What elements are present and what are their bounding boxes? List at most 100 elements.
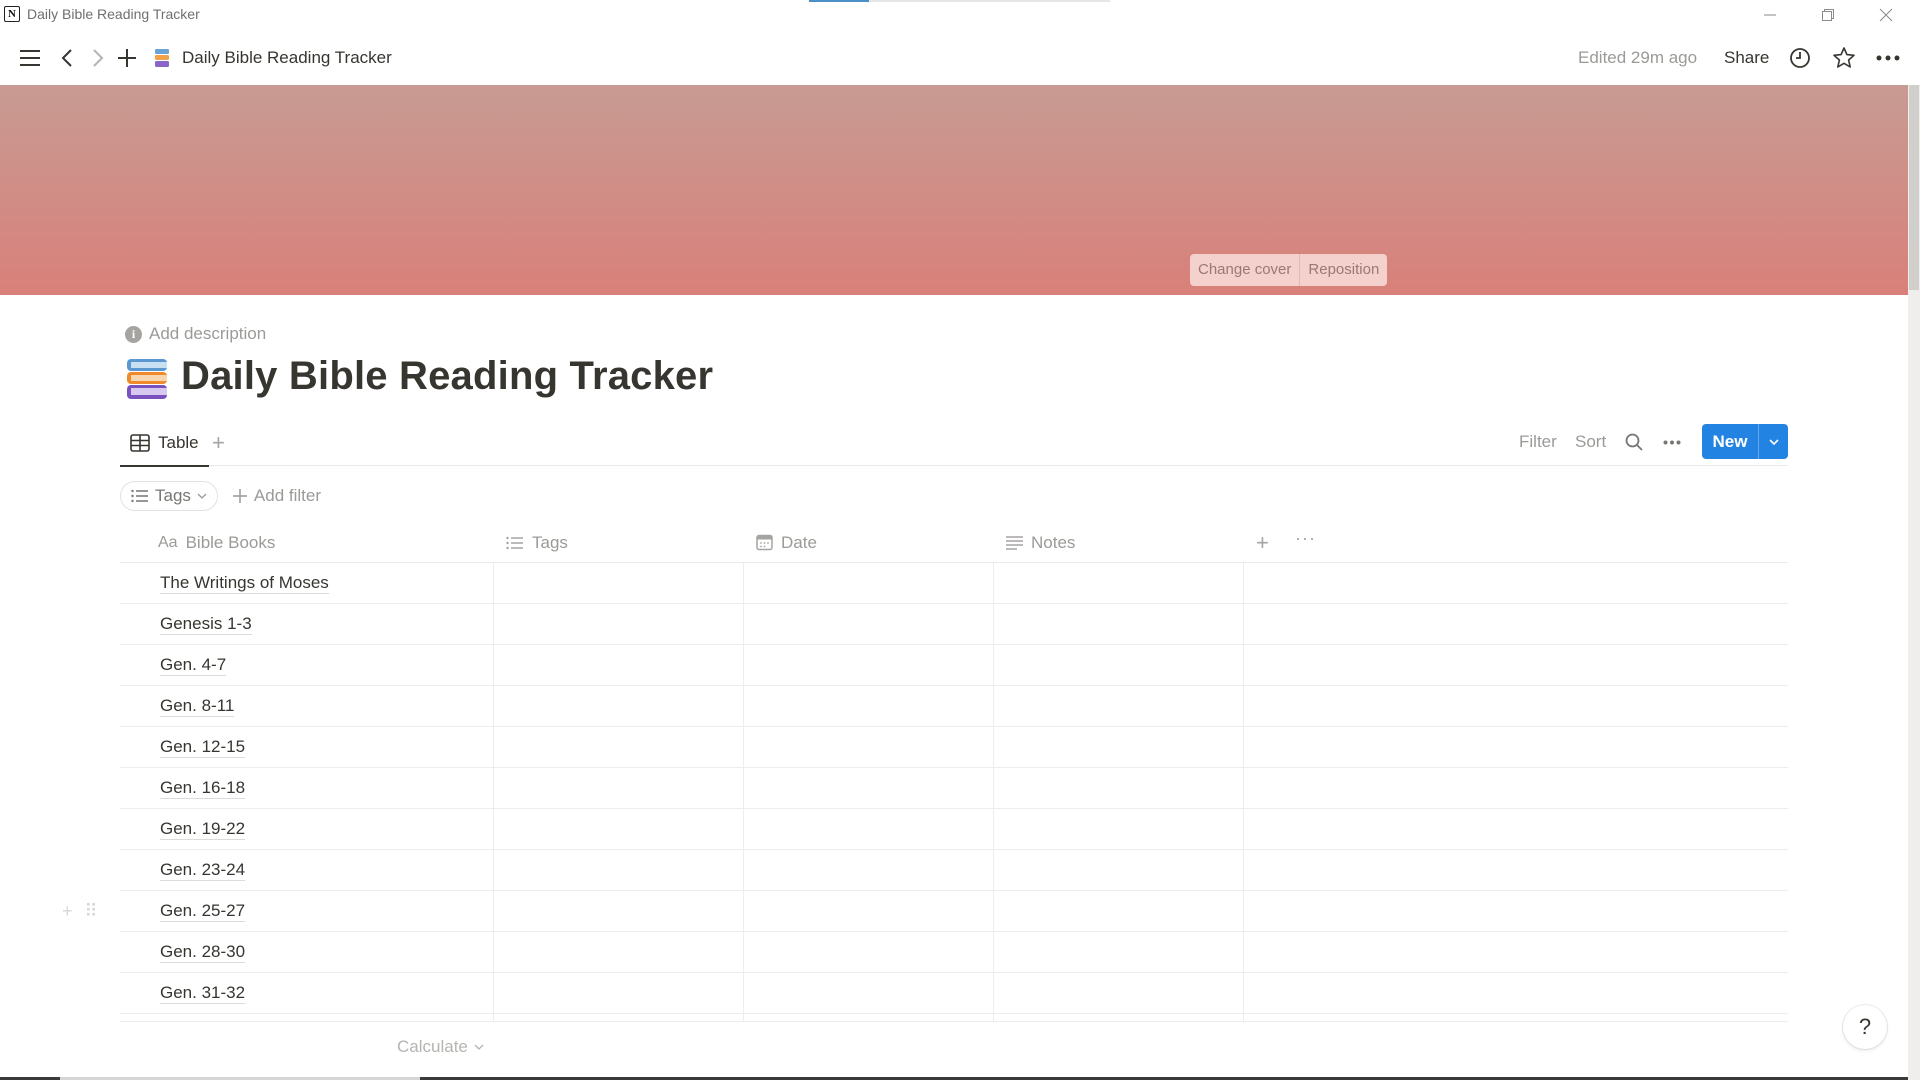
table-row[interactable]: Gen. 28-30	[120, 932, 1788, 973]
cell-notes[interactable]	[994, 932, 1244, 973]
close-window-button[interactable]	[1863, 2, 1909, 28]
column-header-tags[interactable]: Tags	[494, 522, 744, 563]
table-row[interactable]: Gen. 12-15	[120, 727, 1788, 768]
new-page-button[interactable]	[113, 44, 141, 72]
favorite-button[interactable]	[1830, 44, 1858, 72]
row-title[interactable]: Gen. 23-24	[160, 860, 246, 881]
cell-tags[interactable]	[494, 932, 744, 973]
cell-date[interactable]	[744, 850, 994, 891]
minimize-button[interactable]	[1747, 2, 1793, 28]
cell-tags[interactable]	[494, 809, 744, 850]
updates-button[interactable]	[1786, 44, 1814, 72]
cell-notes[interactable]	[994, 563, 1244, 604]
cell-date[interactable]	[744, 645, 994, 686]
drag-handle-icon[interactable]: ⠿	[85, 901, 98, 922]
row-title[interactable]: Gen. 28-30	[160, 942, 246, 963]
tab-table[interactable]: Table	[120, 420, 209, 467]
row-title[interactable]: Gen. 31-32	[160, 983, 246, 1004]
table-row[interactable]: Genesis 1-3	[120, 604, 1788, 645]
column-header-date[interactable]: Date	[744, 522, 994, 563]
table-row[interactable]: Gen. 4-7	[120, 645, 1788, 686]
vertical-scrollbar-thumb[interactable]	[1909, 85, 1919, 290]
add-view-button[interactable]: +	[212, 430, 225, 456]
row-title[interactable]: The Writings of Moses	[160, 573, 329, 594]
cell-title[interactable]: Gen. 19-22	[120, 809, 494, 850]
cell-notes[interactable]	[994, 850, 1244, 891]
cell-title[interactable]: Gen. 4-7	[120, 645, 494, 686]
cell-date[interactable]	[744, 891, 994, 932]
row-title[interactable]: Gen. 25-27	[160, 901, 246, 922]
view-options-button[interactable]	[1661, 431, 1683, 453]
row-handle[interactable]: + ⠿	[62, 901, 98, 922]
calculate-button[interactable]: Calculate	[397, 1037, 484, 1057]
cell-notes[interactable]	[994, 604, 1244, 645]
change-cover-button[interactable]: Change cover	[1190, 254, 1299, 286]
cell-tags[interactable]	[494, 563, 744, 604]
cell-tags[interactable]	[494, 768, 744, 809]
table-row[interactable]: Gen. 23-24	[120, 850, 1788, 891]
cell-date[interactable]	[744, 768, 994, 809]
column-header-notes[interactable]: Notes	[994, 522, 1244, 563]
cell-notes[interactable]	[994, 645, 1244, 686]
cell-notes[interactable]	[994, 891, 1244, 932]
search-button[interactable]	[1623, 431, 1645, 453]
cell-tags[interactable]	[494, 891, 744, 932]
cell-title[interactable]: Gen. 28-30	[120, 932, 494, 973]
cell-title[interactable]: Gen. 31-32	[120, 973, 494, 1014]
add-row-plus-icon[interactable]: +	[62, 901, 73, 922]
books-emoji-icon[interactable]	[124, 356, 170, 402]
filter-chip-tags[interactable]: Tags	[120, 481, 218, 511]
help-button[interactable]: ?	[1843, 1005, 1887, 1049]
forward-button[interactable]	[84, 44, 112, 72]
cell-tags[interactable]	[494, 604, 744, 645]
table-row[interactable]: The Writings of Moses	[120, 563, 1788, 604]
cell-tags[interactable]	[494, 727, 744, 768]
cell-title[interactable]: Gen. 8-11	[120, 686, 494, 727]
back-button[interactable]	[53, 44, 81, 72]
cell-notes[interactable]	[994, 973, 1244, 1014]
table-row[interactable]: Gen. 16-18	[120, 768, 1788, 809]
cell-title[interactable]: Gen. 23-24	[120, 850, 494, 891]
row-title[interactable]: Gen. 16-18	[160, 778, 246, 799]
add-property-button[interactable]: +	[1256, 530, 1269, 556]
cell-tags[interactable]	[494, 973, 744, 1014]
share-button[interactable]: Share	[1724, 48, 1769, 68]
cell-title[interactable]: Genesis 1-3	[120, 604, 494, 645]
page-title[interactable]: Daily Bible Reading Tracker	[181, 354, 713, 399]
cell-tags[interactable]	[494, 686, 744, 727]
breadcrumb-page[interactable]: Daily Bible Reading Tracker	[182, 48, 392, 68]
vertical-scrollbar[interactable]	[1908, 85, 1920, 1080]
cell-date[interactable]	[744, 973, 994, 1014]
row-title[interactable]: Gen. 8-11	[160, 696, 235, 717]
table-row[interactable]: Gen. 31-32	[120, 973, 1788, 1014]
add-filter-button[interactable]: Add filter	[232, 486, 321, 506]
cell-date[interactable]	[744, 563, 994, 604]
table-row[interactable]: Gen. 8-11	[120, 686, 1788, 727]
cell-date[interactable]	[744, 809, 994, 850]
cell-notes[interactable]	[994, 768, 1244, 809]
new-button[interactable]: New	[1702, 424, 1758, 459]
restore-button[interactable]	[1805, 2, 1851, 28]
row-title[interactable]: Genesis 1-3	[160, 614, 252, 635]
sort-button[interactable]: Sort	[1575, 432, 1606, 452]
cell-tags[interactable]	[494, 850, 744, 891]
table-options-button[interactable]: ···	[1295, 528, 1316, 549]
row-title[interactable]: Gen. 4-7	[160, 655, 227, 676]
cell-title[interactable]: Gen. 12-15	[120, 727, 494, 768]
cell-notes[interactable]	[994, 686, 1244, 727]
row-title[interactable]: Gen. 12-15	[160, 737, 246, 758]
column-header-bible-books[interactable]: Aa Bible Books	[120, 522, 494, 563]
new-dropdown-button[interactable]	[1758, 424, 1788, 459]
add-description-button[interactable]: i Add description	[125, 324, 266, 344]
cell-title[interactable]: The Writings of Moses	[120, 563, 494, 604]
reposition-button[interactable]: Reposition	[1299, 254, 1387, 286]
cell-title[interactable]: Gen. 25-27	[120, 891, 494, 932]
sidebar-toggle-button[interactable]	[16, 44, 44, 72]
filter-button[interactable]: Filter	[1519, 432, 1557, 452]
table-row[interactable]: Gen. 19-22	[120, 809, 1788, 850]
cell-notes[interactable]	[994, 809, 1244, 850]
cell-date[interactable]	[744, 932, 994, 973]
more-options-button[interactable]	[1874, 44, 1902, 72]
cell-tags[interactable]	[494, 645, 744, 686]
cell-date[interactable]	[744, 686, 994, 727]
